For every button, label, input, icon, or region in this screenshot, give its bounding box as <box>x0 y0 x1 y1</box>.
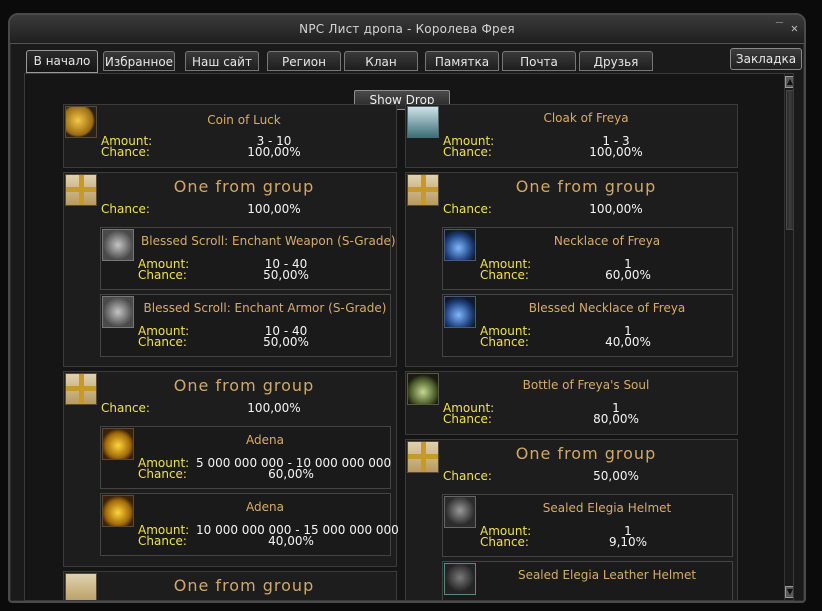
scroll-icon <box>102 229 134 261</box>
gift-box-icon <box>407 174 439 206</box>
chance-label: Chance: <box>480 268 529 282</box>
bookmark-button[interactable]: Закладка <box>730 48 802 70</box>
tab-region[interactable]: Регион <box>267 51 341 71</box>
item-name: Adena <box>246 433 284 447</box>
scroll-down-icon[interactable]: ▼ <box>785 586 793 598</box>
item-name: Coin of Luck <box>207 113 281 127</box>
tab-home[interactable]: В начало <box>26 50 98 73</box>
chance-label: Chance: <box>101 401 150 415</box>
chance-label: Chance: <box>138 268 187 282</box>
chance-label: Chance: <box>443 202 492 216</box>
gift-box-icon <box>65 573 97 600</box>
chance-label: Chance: <box>480 535 529 549</box>
drop-item-card: Cloak of Freya Amount: 1 - 3 Chance: 100… <box>405 104 738 168</box>
helmet-icon <box>444 563 476 595</box>
tab-our-site[interactable]: Наш сайт <box>185 51 259 71</box>
chance-label: Chance: <box>443 469 492 483</box>
group-item: Sealed Elegia Leather Helmet <box>442 561 733 600</box>
chance-value: 100,00% <box>589 145 643 159</box>
tab-friends[interactable]: Друзья <box>579 51 653 71</box>
group-item: Blessed Scroll: Enchant Armor (S-Grade) … <box>100 294 391 357</box>
chance-label: Chance: <box>101 145 150 159</box>
tab-favorites[interactable]: Избранное <box>103 51 175 71</box>
adena-icon <box>102 495 134 527</box>
coin-of-luck-icon <box>65 106 97 138</box>
item-name: Cloak of Freya <box>543 111 629 125</box>
group-item: Sealed Elegia Helmet Amount: 1 Chance: 9… <box>442 494 733 557</box>
item-name: Bottle of Freya's Soul <box>522 378 650 392</box>
chance-label: Chance: <box>101 202 150 216</box>
scrollbar[interactable]: ▲ ▼ <box>784 74 793 600</box>
title-bar[interactable]: NPC Лист дропа - Королева Фрея ‾ ✕ <box>10 15 804 44</box>
helmet-icon <box>444 496 476 528</box>
necklace-icon <box>444 229 476 261</box>
scroll-icon <box>102 296 134 328</box>
group-card: One from group Chance: 100,00% Blessed S… <box>63 172 397 367</box>
chance-label: Chance: <box>138 467 187 481</box>
item-name: Blessed Scroll: Enchant Weapon (S-Grade) <box>141 234 396 248</box>
scrollbar-thumb[interactable] <box>786 90 793 230</box>
item-name: Adena <box>246 500 284 514</box>
drop-item-card: Coin of Luck Amount: 3 - 10 Chance: 100,… <box>63 104 397 168</box>
window-title: NPC Лист дропа - Королева Фрея <box>299 22 515 36</box>
group-item: Adena Amount: 5 000 000 000 - 10 000 000… <box>100 426 391 489</box>
group-item: Necklace of Freya Amount: 1 Chance: 60,0… <box>442 227 733 290</box>
group-card: One from group Chance: 100,00% Adena Amo… <box>63 371 399 567</box>
group-title: One from group <box>173 576 315 595</box>
drop-content: Show Drop Coin of Luck Amount: 3 - 10 Ch… <box>24 73 794 601</box>
chance-label: Chance: <box>443 412 492 426</box>
chance-value: 50,00% <box>263 335 309 349</box>
cloak-icon <box>407 106 439 138</box>
chance-label: Chance: <box>138 335 187 349</box>
necklace-icon <box>444 296 476 328</box>
chance-value: 9,10% <box>608 535 648 549</box>
adena-icon <box>102 428 134 460</box>
group-item: Blessed Scroll: Enchant Weapon (S-Grade)… <box>100 227 396 290</box>
group-title: One from group <box>515 177 657 196</box>
chance-label: Chance: <box>480 335 529 349</box>
drop-list-window: NPC Лист дропа - Королева Фрея ‾ ✕ В нач… <box>8 13 806 603</box>
item-name: Blessed Scroll: Enchant Armor (S-Grade) <box>143 301 387 315</box>
group-item: Blessed Necklace of Freya Amount: 1 Chan… <box>442 294 733 357</box>
chance-value: 50,00% <box>263 268 309 282</box>
item-name: Necklace of Freya <box>553 234 661 248</box>
gift-box-icon <box>65 174 97 206</box>
group-title: One from group <box>515 444 657 463</box>
chance-value: 100,00% <box>247 401 301 415</box>
close-icon[interactable]: ✕ <box>788 22 801 35</box>
chance-value: 100,00% <box>247 202 301 216</box>
item-name: Sealed Elegia Leather Helmet <box>517 568 697 582</box>
item-name: Sealed Elegia Helmet <box>542 501 672 515</box>
group-card: One from group Chance: 100,00% Necklace … <box>405 172 738 367</box>
scroll-up-icon[interactable]: ▲ <box>785 76 793 88</box>
chance-label: Chance: <box>443 145 492 159</box>
chance-value: 40,00% <box>605 335 651 349</box>
chance-value: 100,00% <box>247 145 301 159</box>
group-card: One from group Chance: 50,00% Sealed Ele… <box>405 439 738 600</box>
group-item: Adena Amount: 10 000 000 000 - 15 000 00… <box>100 493 399 556</box>
chance-value: 50,00% <box>593 469 639 483</box>
tab-clan[interactable]: Клан <box>344 51 418 71</box>
chance-value: 60,00% <box>268 467 314 481</box>
tab-memo[interactable]: Памятка <box>425 51 499 71</box>
chance-value: 100,00% <box>589 202 643 216</box>
chance-value: 60,00% <box>605 268 651 282</box>
gift-box-icon <box>65 373 97 405</box>
drop-item-card: Bottle of Freya's Soul Amount: 1 Chance:… <box>405 371 738 435</box>
tab-mail[interactable]: Почта <box>502 51 576 71</box>
item-name: Blessed Necklace of Freya <box>528 301 686 315</box>
chance-value: 80,00% <box>593 412 639 426</box>
group-title: One from group <box>173 177 315 196</box>
group-title: One from group <box>173 376 315 395</box>
chance-value: 40,00% <box>268 534 314 548</box>
gift-box-icon <box>407 441 439 473</box>
chance-label: Chance: <box>138 534 187 548</box>
group-card: One from group <box>63 571 397 600</box>
minimize-icon[interactable]: ‾ <box>773 22 786 35</box>
bottle-icon <box>407 373 439 405</box>
